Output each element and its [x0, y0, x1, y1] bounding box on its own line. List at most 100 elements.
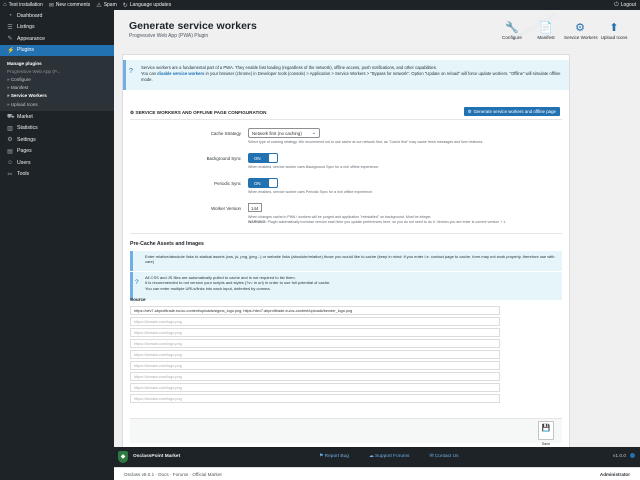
contact-us-link[interactable]: ✉ Contact Us — [429, 454, 468, 459]
admin-sidebar: ◔ Dashboard ☰ Listings ✎ Appearance ⚡ Plugin… — [0, 10, 114, 480]
source-input[interactable]: https://domain.com/logo.png — [130, 394, 500, 403]
market-name: OsclassPoint Market — [133, 454, 181, 459]
sidebar-item-dashboard[interactable]: ◔ Dashboard — [0, 10, 114, 22]
osclasspoint-logo-icon: ◆ — [118, 451, 128, 463]
source-input[interactable]: https://domain.com/logo.png — [130, 361, 500, 370]
page-header: Generate service workers Progressive Web… — [129, 20, 257, 39]
source-label: Source — [130, 297, 146, 302]
sidebar-item-appearance[interactable]: ✎ Appearance — [0, 33, 114, 45]
precache-info-2: ? All CSS and JS files are automatically… — [130, 272, 562, 300]
floppy-icon: 💾 — [541, 425, 551, 432]
site-link[interactable]: ⌂ Test installation — [3, 2, 43, 8]
submenu-pwa-plugin[interactable]: Progressive Web App (P... — [0, 67, 114, 75]
settings-card: ? Service workers are a fundamental part… — [122, 54, 570, 449]
source-input[interactable]: https://domain.com/logo.png — [130, 350, 500, 359]
configure-button[interactable]: 🔧 Configure — [496, 20, 528, 41]
worker-version-input[interactable]: 144 — [248, 203, 262, 212]
periodic-sync-desc: When enabled, service worker uses Period… — [248, 190, 373, 194]
main-content: OsclassPoint OsclassPoint OsclassPoint O… — [114, 10, 640, 470]
upload-icons-button[interactable]: ⬆ Upload Icons — [598, 20, 630, 41]
cache-strategy-desc: Select type of caching strategy. We reco… — [248, 140, 484, 144]
periodic-sync-toggle[interactable]: ON — [248, 178, 278, 188]
manifest-button[interactable]: 📄 Manifest — [530, 20, 562, 41]
service-workers-button[interactable]: ⚙ Service Workers — [564, 20, 598, 41]
language-updates-link[interactable]: ↻ Language updates — [123, 2, 171, 9]
dashboard-icon: ◔ — [8, 12, 12, 19]
users-icon: ☺ — [7, 159, 14, 166]
plugin-icon: ⚡ — [7, 47, 15, 54]
sidebar-item-listings[interactable]: ☰ Listings — [0, 22, 114, 34]
cart-icon: ⛟ — [7, 113, 15, 120]
upload-icon: ⬆ — [609, 21, 619, 34]
sidebar-item-settings[interactable]: ⚙ Settings — [0, 134, 114, 146]
brush-icon: ✎ — [7, 36, 13, 43]
sidebar-item-plugins[interactable]: ⚡ Plugins — [0, 44, 114, 56]
wrench-icon: 🔧 — [505, 21, 519, 34]
sidebar-item-pages[interactable]: ▤ Pages — [0, 146, 114, 158]
submenu-manifest[interactable]: » Manifest — [0, 84, 114, 92]
save-bar: 💾 Save — [130, 418, 562, 446]
question-icon: ? — [129, 68, 133, 75]
logout-link[interactable]: ⏻ Logout — [614, 2, 636, 9]
sidebar-item-market[interactable]: ⛟ Market — [0, 111, 114, 123]
status-dot — [630, 453, 635, 458]
chevron-down-icon: ⌄ — [311, 130, 316, 136]
submenu-configure[interactable]: » Configure — [0, 75, 114, 83]
cache-strategy-label: Cache Strategy — [210, 131, 241, 136]
precache-info-1: Enter relative/absolute links to statica… — [130, 251, 562, 271]
periodic-sync-label: Periodic Sync — [214, 181, 241, 186]
list-icon: ☰ — [7, 24, 13, 31]
background-sync-desc: When enabled, service worker uses Backgr… — [248, 165, 380, 169]
gear-icon: ⚙ — [7, 137, 13, 144]
market-footer: ◆ OsclassPoint Market ⚑ Report Bug ☁ Sup… — [114, 447, 640, 467]
page-icon: ▤ — [7, 148, 13, 155]
sidebar-item-statistics[interactable]: ▥ Statistics — [0, 123, 114, 135]
submenu-manage-plugins[interactable]: Manage plugins — [0, 59, 114, 67]
worker-version-desc: When changes cache in PWA / workers will… — [248, 215, 507, 224]
background-sync-toggle[interactable]: ON — [248, 153, 278, 163]
page-subtitle: Progressive Web App (PWA) Plugin — [129, 33, 209, 39]
submenu-service-workers[interactable]: » Service Workers — [0, 92, 114, 100]
footer-links: ⚑ Report Bug ☁ Support Forums ✉ Contact … — [319, 454, 479, 459]
spam-link[interactable]: ⚠ Spam — [96, 2, 116, 9]
source-input[interactable]: https://domain.com/logo.png — [130, 317, 500, 326]
source-input[interactable]: https://domain.com/logo.png — [130, 339, 500, 348]
comment-icon: ✉ — [48, 2, 54, 9]
support-forums-link[interactable]: ☁ Support Forums — [369, 454, 420, 459]
sidebar-item-users[interactable]: ☺ Users — [0, 157, 114, 169]
page-title: Generate service workers — [129, 20, 257, 32]
source-input[interactable]: https://domain.com/logo.png — [130, 372, 500, 381]
document-icon: 📄 — [539, 21, 553, 34]
plugins-submenu: Manage plugins Progressive Web App (P...… — [0, 56, 114, 112]
info-notice: ? Service workers are a fundamental part… — [123, 60, 569, 90]
logout-icon: ⏻ — [613, 1, 619, 8]
precache-title: Pre-Cache Assets and Images — [130, 241, 204, 247]
worker-version-label: Worker Version — [211, 206, 241, 211]
source-input[interactable]: https://domain.com/logo.png — [130, 383, 500, 392]
source-input[interactable]: https://dev7.abprofitrade.eu/oc-content/… — [130, 306, 500, 315]
section-title: ⚙ SERVICE WORKERS AND OFFLINE PAGE CONFI… — [130, 110, 267, 115]
gears-icon: ⚙ — [575, 21, 585, 34]
chart-icon: ▥ — [7, 125, 13, 132]
gears-icon: ⚙ — [467, 108, 472, 114]
report-bug-link[interactable]: ⚑ Report Bug — [319, 454, 359, 459]
divider — [130, 119, 562, 120]
refresh-icon: ↻ — [122, 2, 128, 9]
admin-footer: Osclass v8.0.1 · Docs · Forums · Officia… — [114, 467, 640, 480]
home-icon: ⌂ — [3, 2, 7, 8]
generate-service-workers-button[interactable]: ⚙ Generate service workers and offline pa… — [463, 107, 560, 116]
footer-breadcrumb[interactable]: Osclass v8.0.1 · Docs · Forums · Officia… — [124, 472, 222, 477]
source-input[interactable]: https://domain.com/logo.png — [130, 328, 500, 337]
divider — [130, 233, 562, 234]
admin-topbar: ⌂ Test installation ✉ New comments ⚠ Spam ↻… — [0, 0, 640, 10]
cache-strategy-select[interactable]: Network first (no caching) ⌄ — [248, 128, 320, 138]
comments-link[interactable]: ✉ New comments — [49, 2, 90, 9]
wrench-icon: ✂ — [7, 171, 13, 178]
current-user[interactable]: Administrator — [600, 472, 630, 477]
plugin-toolbar: 🔧 Configure 📄 Manifest ⚙ Service Workers ⬆ U… — [494, 20, 630, 41]
spam-icon: ⚠ — [96, 2, 102, 9]
save-button[interactable]: 💾 Save — [538, 421, 554, 446]
submenu-upload-icons[interactable]: » Upload Icons — [0, 100, 114, 108]
plugin-version: v1.0.0 — [612, 454, 626, 459]
sidebar-item-tools[interactable]: ✂ Tools — [0, 169, 114, 181]
